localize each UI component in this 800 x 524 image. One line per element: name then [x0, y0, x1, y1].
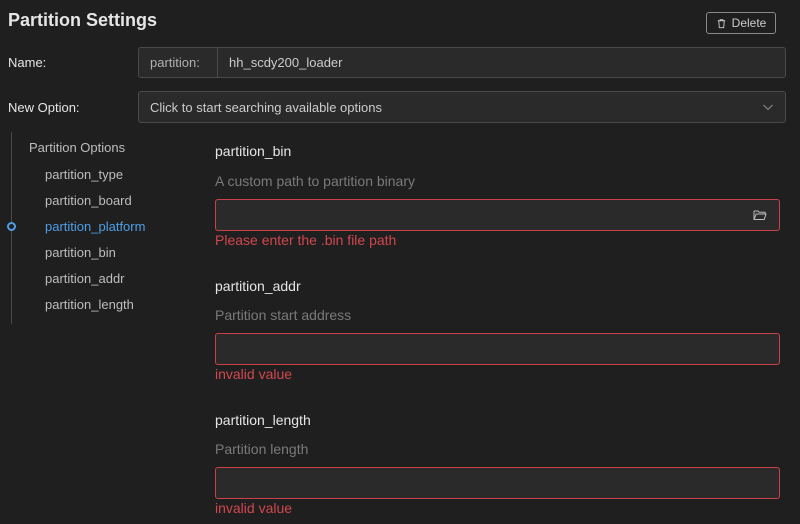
- delete-button[interactable]: Delete: [706, 12, 776, 34]
- sidebar-item-partition-board[interactable]: partition_board: [45, 193, 132, 208]
- field-description-partition-addr: Partition start address: [215, 307, 352, 323]
- name-input[interactable]: hh_scdy200_loader: [218, 48, 785, 77]
- partition-bin-input[interactable]: [215, 199, 780, 231]
- field-description-partition-bin: A custom path to partition binary: [215, 173, 415, 189]
- sidebar-item-partition-addr[interactable]: partition_addr: [45, 271, 125, 286]
- folder-open-icon[interactable]: [753, 209, 767, 221]
- field-title-partition-addr: partition_addr: [215, 278, 301, 294]
- partition-length-input[interactable]: [215, 467, 780, 499]
- field-title-partition-bin: partition_bin: [215, 143, 292, 159]
- page-title: Partition Settings: [8, 10, 158, 30]
- sidebar-item-partition-length[interactable]: partition_length: [45, 297, 134, 312]
- new-option-select[interactable]: Click to start searching available optio…: [138, 91, 786, 123]
- partition-length-error: invalid value: [215, 500, 293, 516]
- trash-icon: [717, 18, 725, 28]
- name-label: Name:: [8, 55, 47, 70]
- field-title-partition-length: partition_length: [215, 412, 311, 428]
- sidebar-heading: Partition Options: [29, 140, 126, 155]
- field-description-partition-length: Partition length: [215, 441, 309, 457]
- sidebar-item-partition-bin[interactable]: partition_bin: [45, 245, 116, 260]
- new-option-placeholder: Click to start searching available optio…: [150, 99, 382, 115]
- sidebar-item-partition-type[interactable]: partition_type: [45, 167, 123, 182]
- chevron-down-icon: [763, 104, 773, 111]
- delete-button-label: Delete: [731, 16, 767, 30]
- partition-addr-input[interactable]: [215, 333, 780, 365]
- partition-bin-error: Please enter the .bin file path: [215, 232, 397, 248]
- name-prefix: partition:: [139, 48, 218, 77]
- sidebar-item-partition-platform[interactable]: partition_platform: [45, 219, 145, 234]
- new-option-label: New Option:: [8, 100, 80, 115]
- partition-addr-error: invalid value: [215, 366, 293, 382]
- name-field[interactable]: partition: hh_scdy200_loader: [138, 47, 786, 78]
- active-indicator: [7, 222, 16, 231]
